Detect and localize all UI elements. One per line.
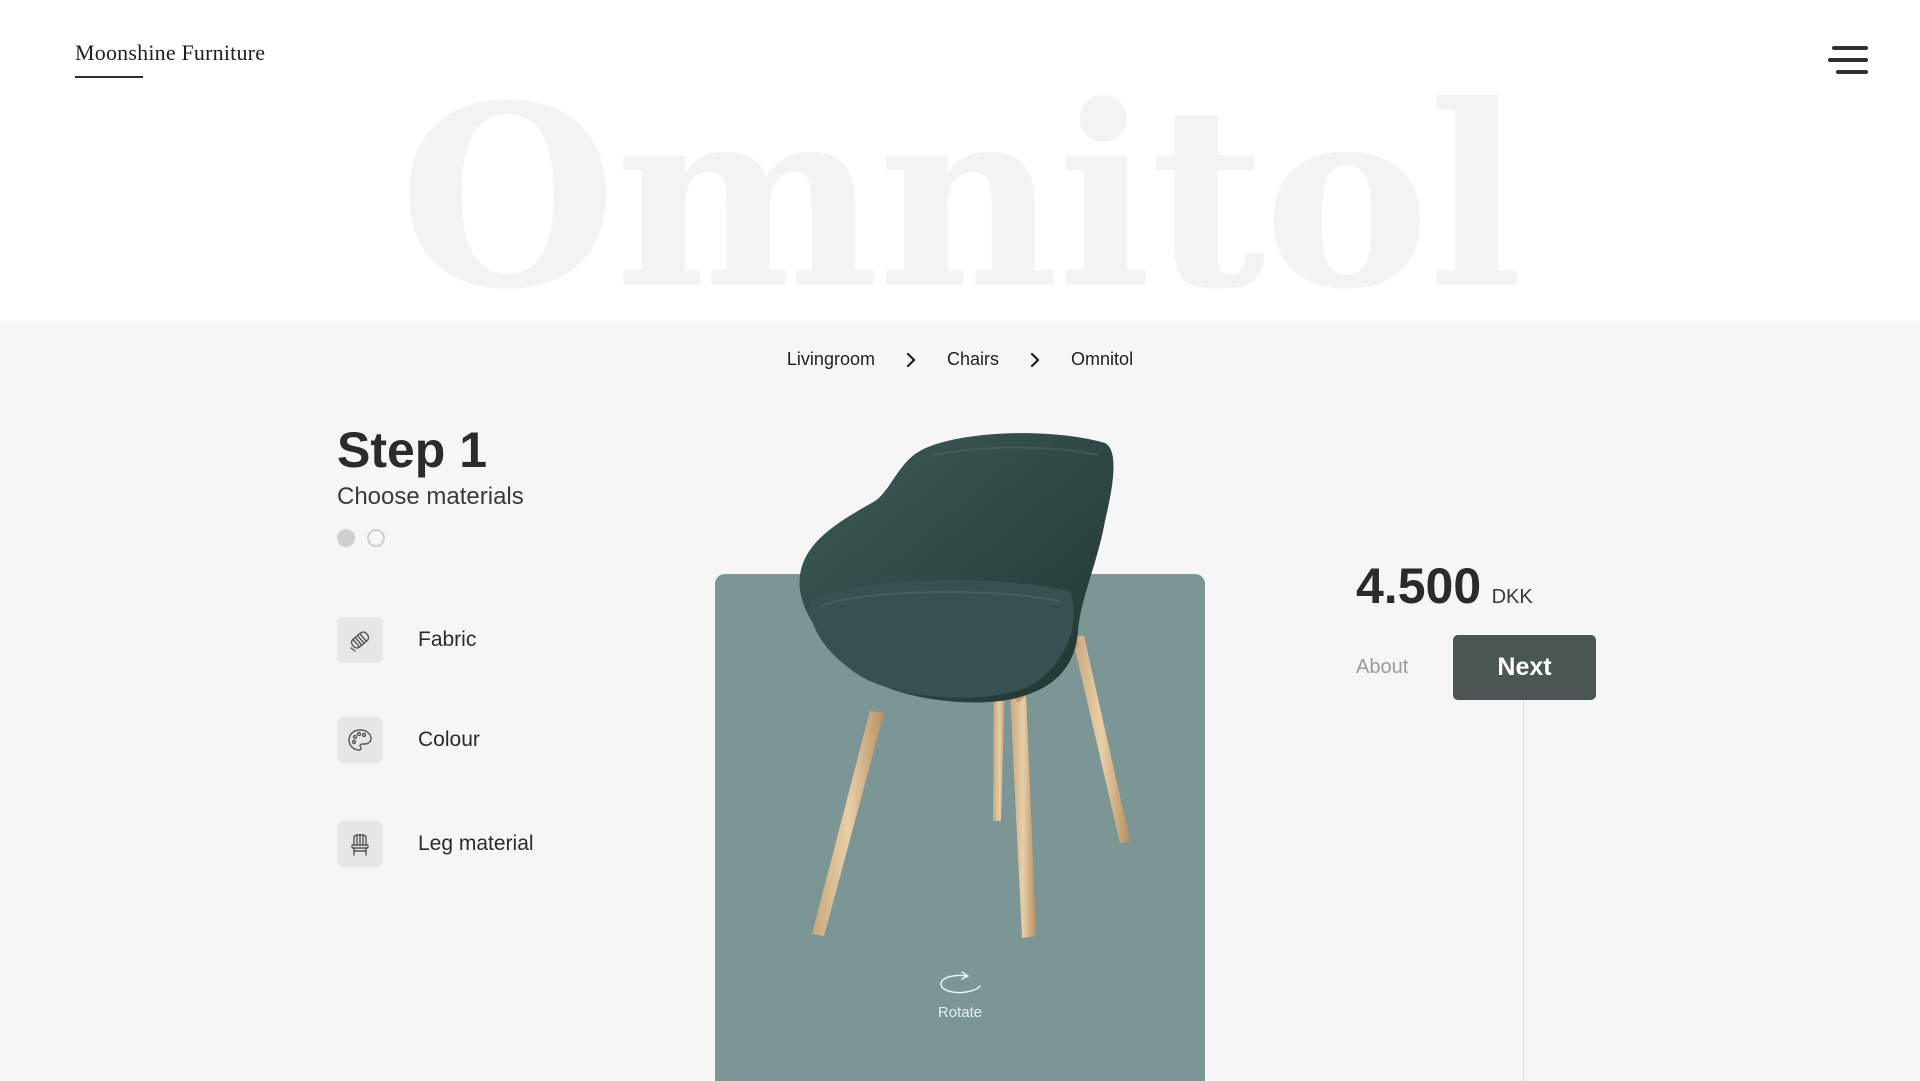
breadcrumb-omnitol[interactable]: Omnitol bbox=[1071, 349, 1133, 369]
step-title: Step 1 bbox=[337, 422, 488, 478]
configurator-panel: Livingroom Chairs Omnitol Step 1 Choose … bbox=[0, 321, 1920, 1081]
chevron-right-icon bbox=[906, 349, 916, 370]
option-label: Colour bbox=[418, 728, 480, 751]
step-dot-1[interactable] bbox=[337, 529, 355, 547]
brand-underline bbox=[75, 76, 143, 78]
brand-logo[interactable]: Moonshine Furniture bbox=[75, 40, 265, 66]
hamburger-menu-icon[interactable] bbox=[1824, 46, 1868, 76]
chevron-right-icon bbox=[1030, 349, 1040, 370]
next-button[interactable]: Next bbox=[1453, 635, 1596, 700]
chair-icon bbox=[337, 821, 383, 867]
divider-line bbox=[1523, 700, 1524, 1081]
price: 4.500 DKK bbox=[1356, 557, 1533, 615]
page-header: Omnitol Moonshine Furniture bbox=[0, 0, 1920, 321]
option-label: Leg material bbox=[418, 832, 534, 855]
price-currency: DKK bbox=[1491, 586, 1533, 608]
palette-icon bbox=[337, 717, 383, 763]
price-value: 4.500 bbox=[1356, 558, 1482, 614]
breadcrumb-livingroom[interactable]: Livingroom bbox=[787, 349, 875, 369]
option-label: Fabric bbox=[418, 628, 477, 651]
chair-image[interactable] bbox=[780, 431, 1140, 956]
rotate-label: Rotate bbox=[937, 1004, 983, 1021]
fabric-roll-icon bbox=[337, 617, 383, 663]
about-link[interactable]: About bbox=[1356, 656, 1408, 679]
rotate-button[interactable]: Rotate bbox=[915, 969, 1005, 1021]
rotate-icon bbox=[940, 971, 981, 994]
breadcrumb-chairs[interactable]: Chairs bbox=[947, 349, 999, 369]
step-dot-2[interactable] bbox=[367, 529, 385, 547]
breadcrumb: Livingroom Chairs Omnitol bbox=[0, 349, 1920, 370]
step-subtitle: Choose materials bbox=[337, 483, 524, 510]
hero-product-name: Omnitol bbox=[398, 50, 1523, 321]
